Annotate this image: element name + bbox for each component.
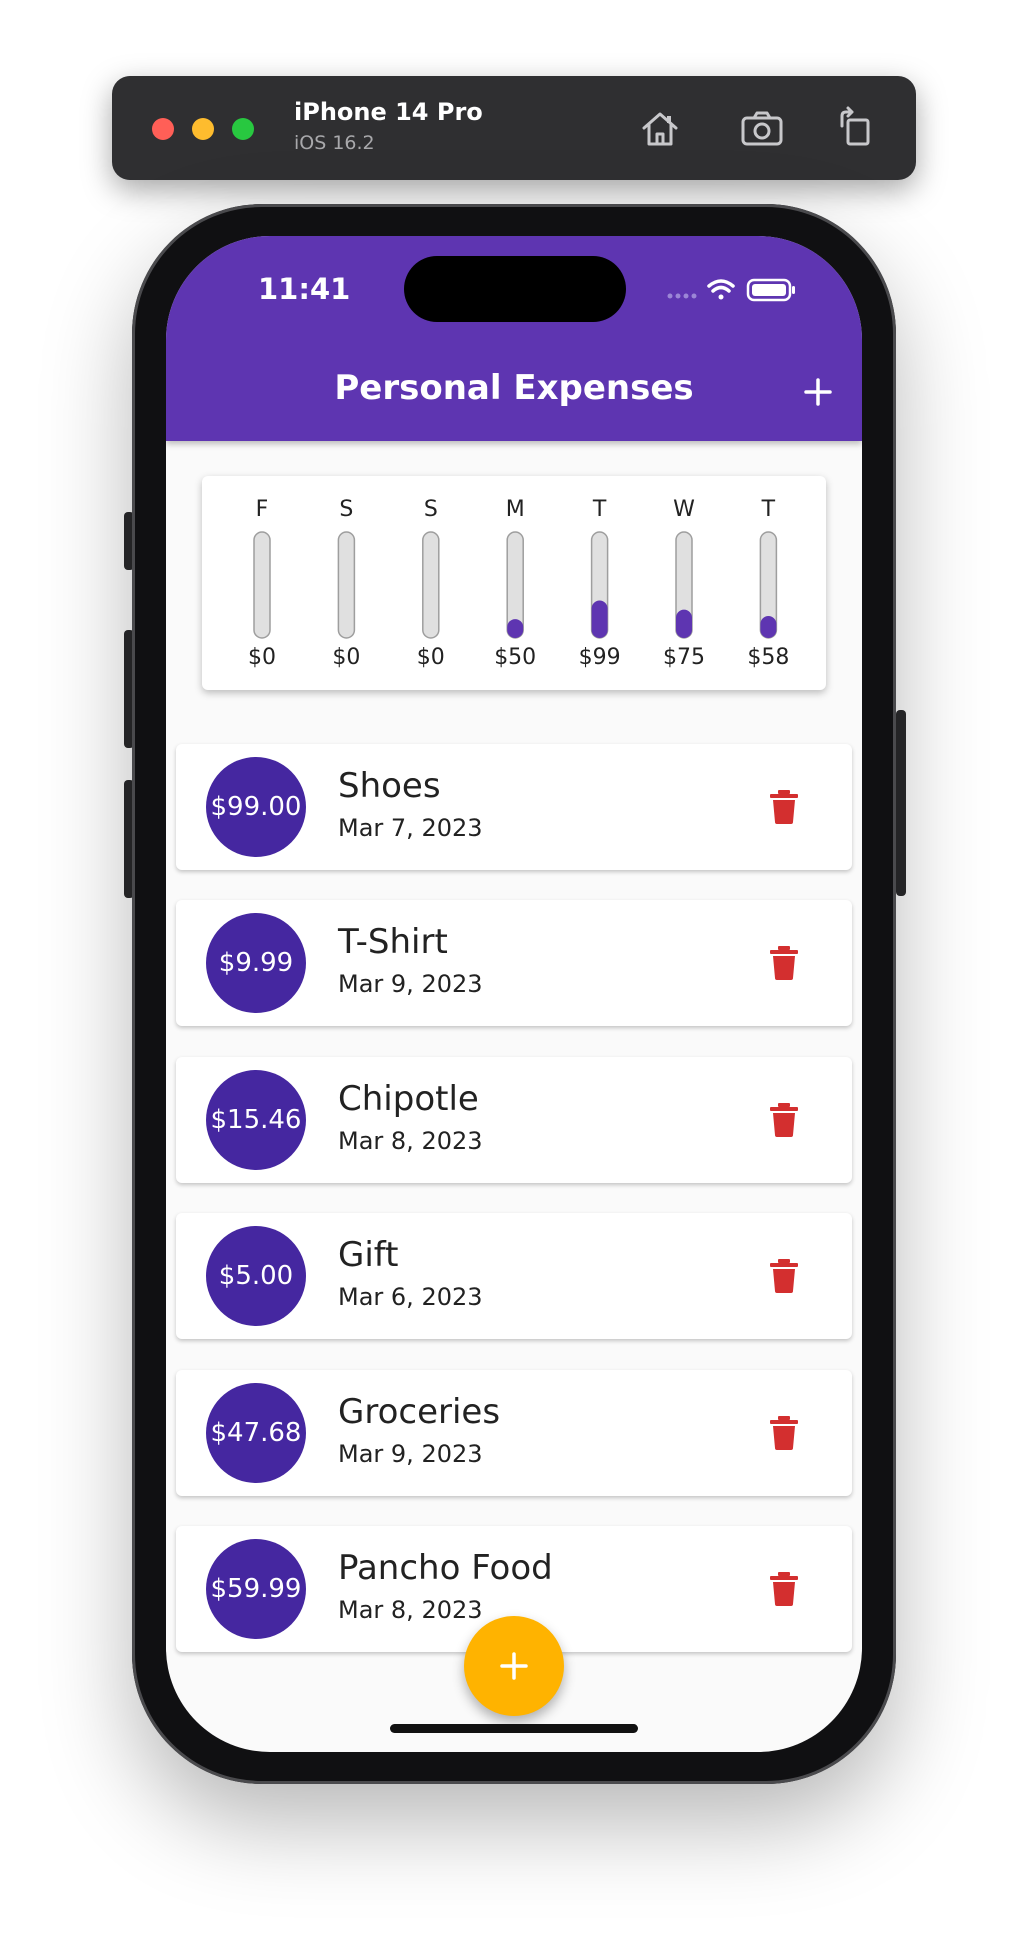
chart-bar [507, 619, 524, 638]
transaction-date: Mar 6, 2023 [338, 1283, 483, 1312]
status-icons [667, 278, 795, 302]
trash-icon [770, 1572, 798, 1606]
minimize-window-button[interactable] [192, 118, 214, 140]
transaction-date: Mar 8, 2023 [338, 1596, 483, 1624]
chart-day-label: M [506, 497, 525, 522]
delete-button[interactable] [770, 946, 798, 981]
chart-amount-label: $50 [494, 645, 536, 670]
trash-icon [770, 1415, 798, 1450]
chart-day-label: T [761, 497, 776, 522]
trash-icon [770, 946, 798, 981]
transaction-title: T-Shirt [338, 922, 448, 963]
cellular-signal-icon [667, 293, 697, 299]
chart-day-label: S [339, 497, 353, 522]
transaction-title: Pancho Food [338, 1548, 553, 1588]
transaction-date: Mar 8, 2023 [338, 1126, 483, 1155]
close-window-button[interactable] [152, 118, 174, 140]
transaction-title: Groceries [338, 1391, 501, 1432]
delete-button[interactable] [770, 1415, 798, 1450]
transaction-title: Chipotle [338, 1078, 479, 1119]
dynamic-island [404, 256, 626, 322]
chart-amount-label: $0 [248, 645, 276, 670]
weekly-spending-chart: F $0 S $0 S $0 M $50 T $99 W $75 T $58 [248, 497, 789, 670]
add-transaction-fab[interactable] [464, 1616, 564, 1716]
delete-button[interactable] [770, 790, 798, 824]
chart-amount-label: $99 [579, 645, 621, 670]
plus-icon [804, 378, 832, 406]
trash-icon [770, 1102, 798, 1137]
device-name: iPhone 14 Pro [294, 98, 483, 126]
amount-avatar: $5.00 [206, 1226, 306, 1327]
delete-button[interactable] [770, 1259, 798, 1294]
chart-bar [760, 616, 777, 638]
home-icon[interactable] [636, 104, 684, 152]
page-title: Personal Expenses [334, 368, 694, 408]
weekly-chart-card: F $0 S $0 S $0 M $50 T $99 W $75 T $58 [202, 476, 826, 690]
transaction-card[interactable]: $47.68 Groceries Mar 9, 2023 [176, 1369, 852, 1496]
chart-amount-label: $58 [747, 645, 789, 670]
amount-avatar: $9.99 [206, 913, 306, 1014]
phone-screen: 11:41 Personal Expenses F $0 S $0 S $0 M… [166, 236, 862, 1752]
app-bar: 11:41 Personal Expenses [166, 236, 862, 441]
transaction-card[interactable]: $5.00 Gift Mar 6, 2023 [176, 1213, 852, 1340]
amount-avatar: $47.68 [206, 1382, 306, 1483]
wifi-icon [707, 279, 735, 300]
zoom-window-button[interactable] [232, 118, 254, 140]
chart-amount-label: $75 [663, 645, 705, 670]
transaction-card[interactable]: $99.00 Shoes Mar 7, 2023 [176, 744, 852, 870]
chart-amount-label: $0 [332, 645, 360, 670]
power-button [896, 710, 906, 896]
amount-avatar: $59.99 [206, 1539, 306, 1639]
chart-day-label: W [673, 497, 695, 522]
chart-bar [676, 609, 692, 638]
chart-day-label: S [424, 497, 438, 522]
simulator-toolbar: iPhone 14 Pro iOS 16.2 [112, 76, 916, 180]
camera-icon[interactable] [738, 104, 786, 152]
chart-bar-track [253, 531, 271, 639]
chart-day-label: T [592, 497, 607, 522]
chart-bar-track [422, 531, 440, 639]
chart-bar [591, 600, 608, 638]
trash-icon [770, 1259, 798, 1294]
delete-button[interactable] [770, 1572, 798, 1606]
transaction-card[interactable]: $9.99 T-Shirt Mar 9, 2023 [176, 900, 852, 1027]
delete-button[interactable] [770, 1102, 798, 1137]
amount-avatar: $15.46 [206, 1069, 306, 1170]
status-time: 11:41 [258, 272, 351, 306]
chart-day-label: F [256, 497, 269, 522]
add-transaction-button[interactable] [800, 374, 836, 410]
home-indicator[interactable] [390, 1724, 638, 1733]
amount-avatar: $99.00 [206, 757, 306, 857]
transaction-title: Gift [338, 1235, 399, 1276]
transaction-date: Mar 9, 2023 [338, 1439, 483, 1468]
transaction-date: Mar 9, 2023 [338, 970, 483, 999]
transaction-title: Shoes [338, 766, 441, 806]
rotate-icon[interactable] [832, 104, 880, 152]
chart-bar-track [337, 531, 356, 639]
battery-icon [746, 278, 795, 302]
plus-icon [500, 1652, 528, 1680]
transaction-date: Mar 7, 2023 [338, 814, 483, 842]
os-version: iOS 16.2 [294, 132, 375, 154]
trash-icon [770, 790, 798, 824]
transaction-card[interactable]: $15.46 Chipotle Mar 8, 2023 [176, 1056, 852, 1183]
chart-amount-label: $0 [417, 645, 445, 670]
